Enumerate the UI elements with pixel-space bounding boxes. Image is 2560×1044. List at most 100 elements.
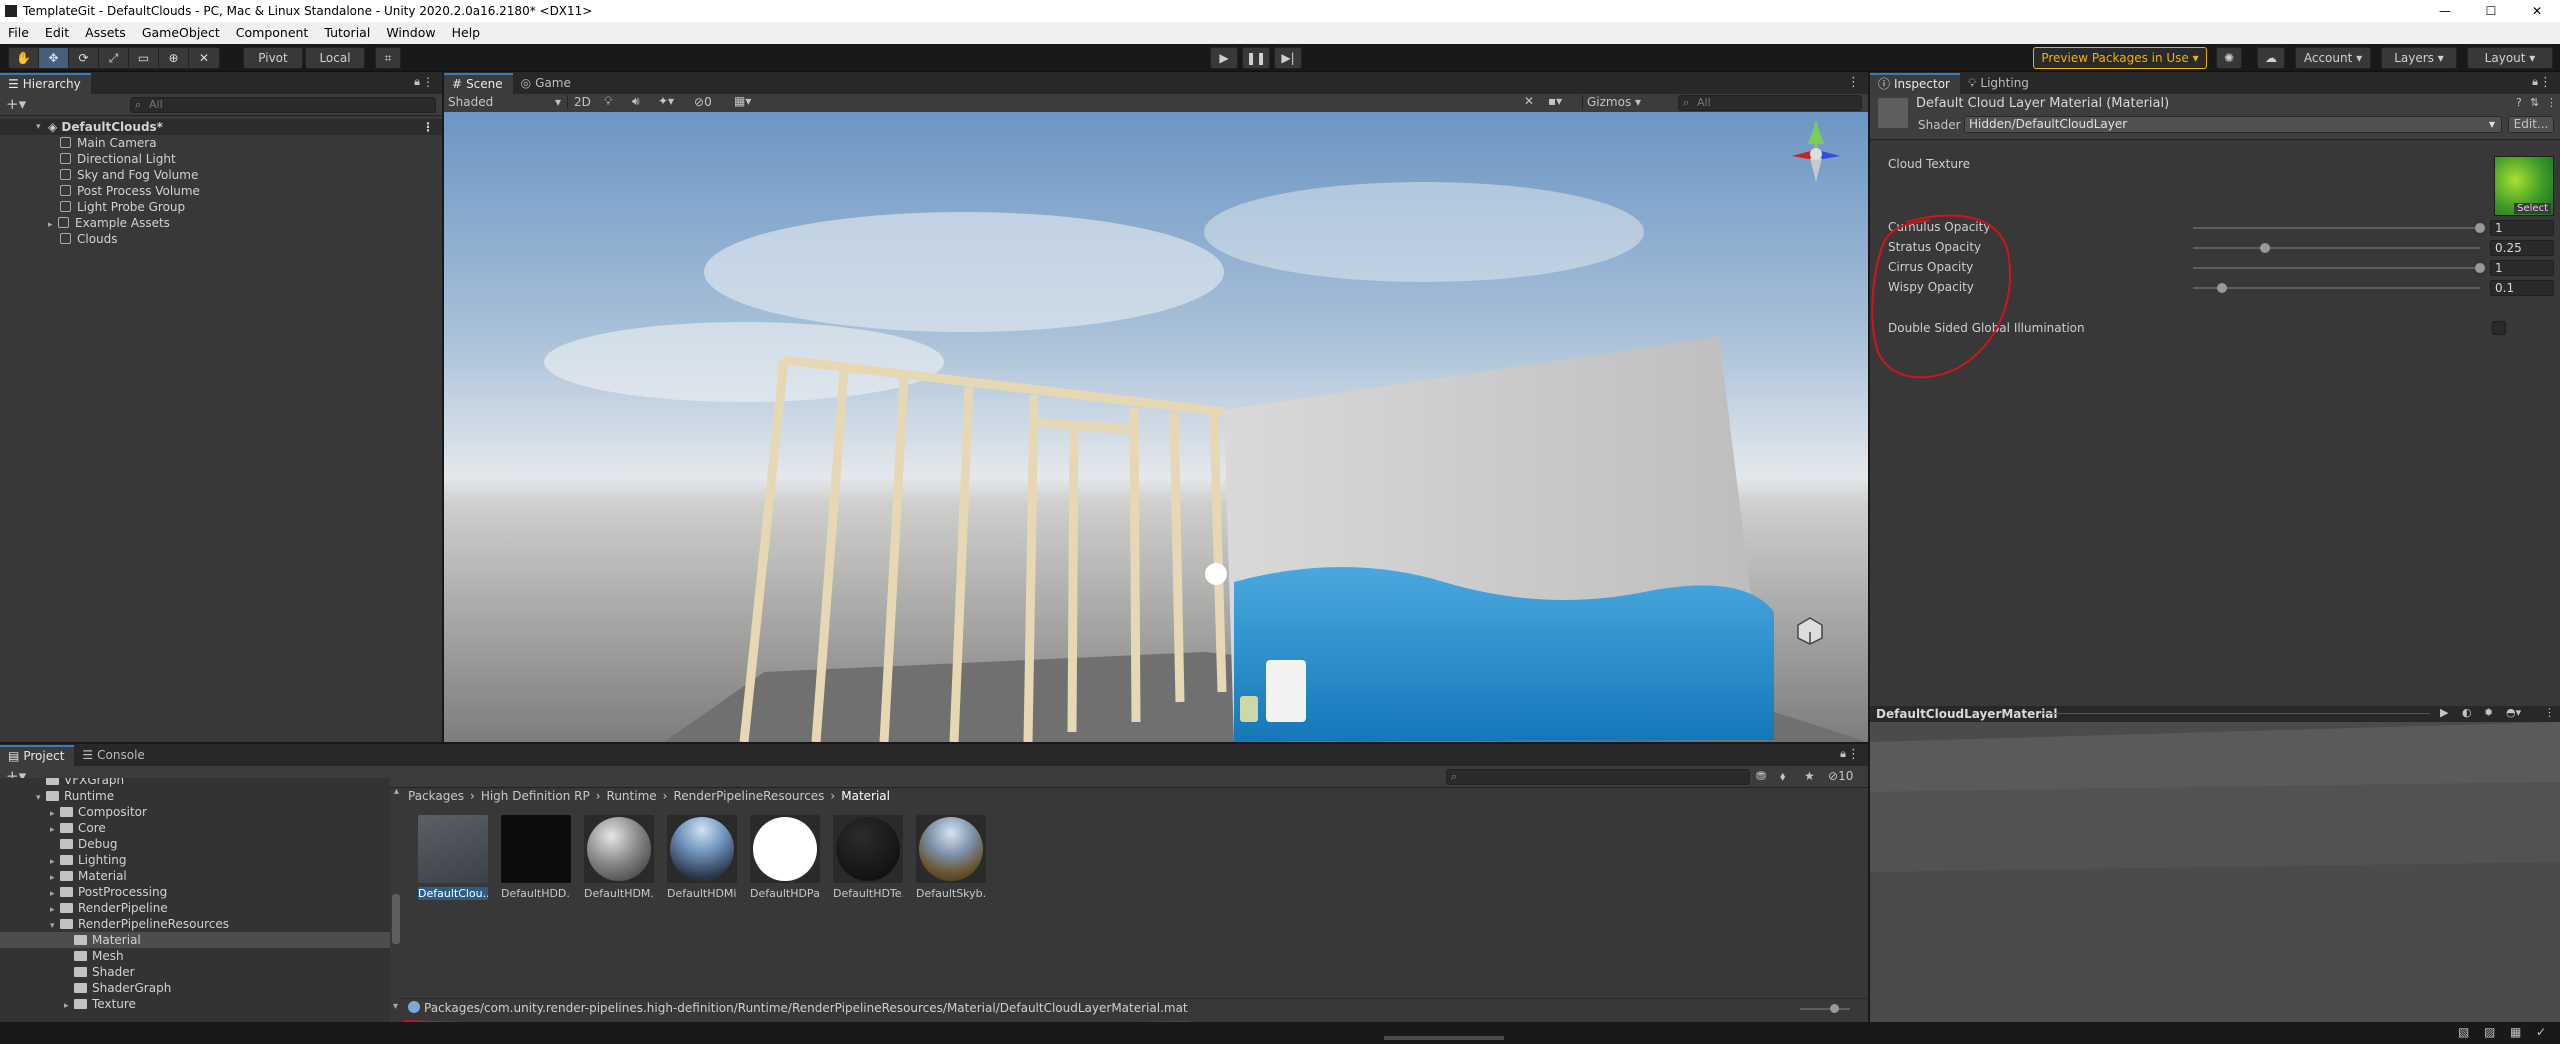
lock-icon[interactable]: 🔒︎ <box>2532 75 2538 89</box>
asset-item[interactable]: DefaultHDTe... <box>833 815 903 900</box>
camera-icon[interactable]: ▪▾ <box>1548 94 1562 108</box>
close-icon[interactable]: ✕ <box>2514 0 2560 22</box>
preview-packages-button[interactable]: Preview Packages in Use ▾ <box>2033 47 2207 69</box>
folder-tree-item[interactable]: ▸ Material <box>0 868 390 884</box>
breadcrumb-item[interactable]: Runtime <box>607 789 657 803</box>
rect-tool-icon[interactable]: ▭ <box>129 48 159 68</box>
select-texture-button[interactable]: Select <box>2514 203 2551 214</box>
pause-button[interactable]: ❚❚ <box>1242 47 1270 69</box>
opacity-slider-track[interactable] <box>2193 247 2480 249</box>
expand-arrow-icon[interactable]: ▾ <box>36 119 46 135</box>
scene-search-input[interactable]: All <box>1678 95 1862 111</box>
help-icon[interactable]: ? <box>2516 96 2522 109</box>
thumbnail-size-knob[interactable] <box>1830 1004 1839 1013</box>
audio-toggle-icon[interactable]: 🔊︎ <box>632 94 640 109</box>
opacity-slider-knob[interactable] <box>2216 283 2227 293</box>
project-search-input[interactable] <box>1446 769 1750 785</box>
tab-game[interactable]: ◎ Game <box>513 73 581 94</box>
layers-dropdown[interactable]: Layers ▾ <box>2381 47 2457 69</box>
cloud-texture-slot[interactable]: Select <box>2494 156 2554 216</box>
hierarchy-item[interactable]: Light Probe Group <box>60 199 185 215</box>
opacity-slider-track[interactable] <box>2193 287 2480 289</box>
preview-shape-icon[interactable]: ◓▾ <box>2506 706 2521 719</box>
cloud-icon[interactable]: ☁ <box>2257 47 2285 69</box>
folder-tree-item[interactable]: ShaderGraph <box>0 980 390 996</box>
tab-inspector[interactable]: ⓘ Inspector <box>1870 73 1960 94</box>
folder-tree-item[interactable]: Shader <box>0 964 390 980</box>
minimize-icon[interactable]: — <box>2422 0 2468 22</box>
menu-gameobject[interactable]: GameObject <box>134 22 228 44</box>
hierarchy-item[interactable]: Main Camera <box>60 135 157 151</box>
menu-window[interactable]: Window <box>378 22 443 44</box>
breadcrumb-item[interactable]: Packages <box>408 789 464 803</box>
breadcrumb-item[interactable]: High Definition RP <box>481 789 590 803</box>
scene-menu-icon[interactable]: ⋮ <box>422 119 434 135</box>
tab-hierarchy[interactable]: ☰ Hierarchy <box>0 73 91 94</box>
local-button[interactable]: Local <box>305 47 365 69</box>
menu-file[interactable]: File <box>0 22 37 44</box>
opacity-value-field[interactable]: 0.25 <box>2490 240 2554 256</box>
transform-tool-icon[interactable]: ⊕ <box>159 48 189 68</box>
opacity-slider-track[interactable] <box>2193 267 2480 269</box>
account-dropdown[interactable]: Account ▾ <box>2295 47 2371 69</box>
folder-tree-item[interactable]: ▾ RenderPipelineResources <box>0 916 390 932</box>
folder-tree-item[interactable]: ▸ Core <box>0 820 390 836</box>
gizmos-dropdown[interactable]: Gizmos ▾ <box>1582 95 1641 109</box>
hierarchy-search-input[interactable]: All <box>130 97 436 113</box>
folder-tree-item[interactable]: ▸ RenderPipeline <box>0 900 390 916</box>
scene-menu-icon[interactable]: ⋮ <box>1847 75 1860 90</box>
toggle-2d-button[interactable]: 2D <box>574 95 591 109</box>
opacity-slider-knob[interactable] <box>2259 243 2270 253</box>
folder-tree-item[interactable]: Material <box>0 932 390 948</box>
opacity-slider-knob[interactable] <box>2475 223 2485 233</box>
kebab-menu-icon[interactable]: ⋮ <box>422 75 434 89</box>
folder-tree-item[interactable]: ▸ PostProcessing <box>0 884 390 900</box>
rotate-tool-icon[interactable]: ⟳ <box>69 48 99 68</box>
folder-tree-item[interactable]: Mesh <box>0 948 390 964</box>
context-menu-icon[interactable]: ⋮ <box>2546 96 2557 109</box>
asset-item[interactable]: DefaultHDD... <box>501 815 571 900</box>
debug-mode-icon[interactable]: ▨ <box>2484 1025 2495 1039</box>
preview-sphere-icon[interactable]: ◐ <box>2462 706 2472 719</box>
breadcrumb-item[interactable]: RenderPipelineResources <box>673 789 824 803</box>
hidden-objects-icon[interactable]: ⊘0 <box>694 95 712 109</box>
tab-scene[interactable]: # Scene <box>444 73 513 94</box>
preview-play-icon[interactable]: ▶ <box>2440 706 2448 719</box>
step-button[interactable]: ▶| <box>1274 47 1302 69</box>
opacity-slider-knob[interactable] <box>2475 263 2485 273</box>
grid-snap-icon[interactable]: ⌗ <box>375 47 401 69</box>
scene-viewport[interactable] <box>444 112 1868 742</box>
hierarchy-item[interactable]: Directional Light <box>60 151 176 167</box>
create-plus-icon[interactable]: +▾ <box>6 95 26 113</box>
opacity-value-field[interactable]: 1 <box>2490 220 2554 236</box>
hierarchy-item[interactable]: ▸ Example Assets <box>48 215 170 231</box>
expand-arrow-icon[interactable]: ▸ <box>48 217 58 233</box>
opacity-slider-track[interactable] <box>2193 227 2480 229</box>
folder-tree-item[interactable]: ▾ Runtime <box>0 788 390 804</box>
edit-shader-button[interactable]: Edit... <box>2508 116 2554 133</box>
breadcrumb-toggle-icon[interactable]: ▴ <box>394 786 399 797</box>
folder-tree-item[interactable]: ▸ Lighting <box>0 852 390 868</box>
scale-tool-icon[interactable]: ⤢ <box>99 48 129 68</box>
menu-help[interactable]: Help <box>444 22 489 44</box>
asset-item[interactable]: DefaultClou... <box>418 815 488 900</box>
menu-edit[interactable]: Edit <box>37 22 77 44</box>
custom-tool-icon[interactable]: ✕ <box>189 48 219 68</box>
filter-type-icon[interactable]: ⛃ <box>1756 769 1766 783</box>
preview-light-icon[interactable]: ✹ <box>2484 706 2493 719</box>
hierarchy-item[interactable]: Sky and Fog Volume <box>60 167 198 183</box>
scene-root-row[interactable]: ▾ ◈ DefaultClouds* ⋮ <box>0 119 442 135</box>
lighting-toggle-icon[interactable]: 💡︎ <box>604 94 612 109</box>
filter-label-icon[interactable]: ⬧ <box>1780 769 1785 784</box>
tab-console[interactable]: ☰ Console <box>74 745 154 766</box>
status-check-icon[interactable]: ✓ <box>2536 1025 2546 1039</box>
hand-tool-icon[interactable]: ✋ <box>9 48 39 68</box>
effects-toggle-icon[interactable]: ✦▾ <box>658 94 674 108</box>
thumbnail-size-slider[interactable] <box>1800 1008 1850 1010</box>
breadcrumb-item[interactable]: Material <box>841 789 890 803</box>
expand-arrow-icon[interactable]: ▸ <box>64 998 74 1014</box>
favorite-star-icon[interactable]: ★ <box>1804 769 1815 783</box>
kebab-menu-icon[interactable]: ⋮ <box>1847 747 1860 762</box>
path-toggle-icon[interactable]: ▾ <box>393 1001 398 1012</box>
folder-tree-item[interactable]: Debug <box>0 836 390 852</box>
